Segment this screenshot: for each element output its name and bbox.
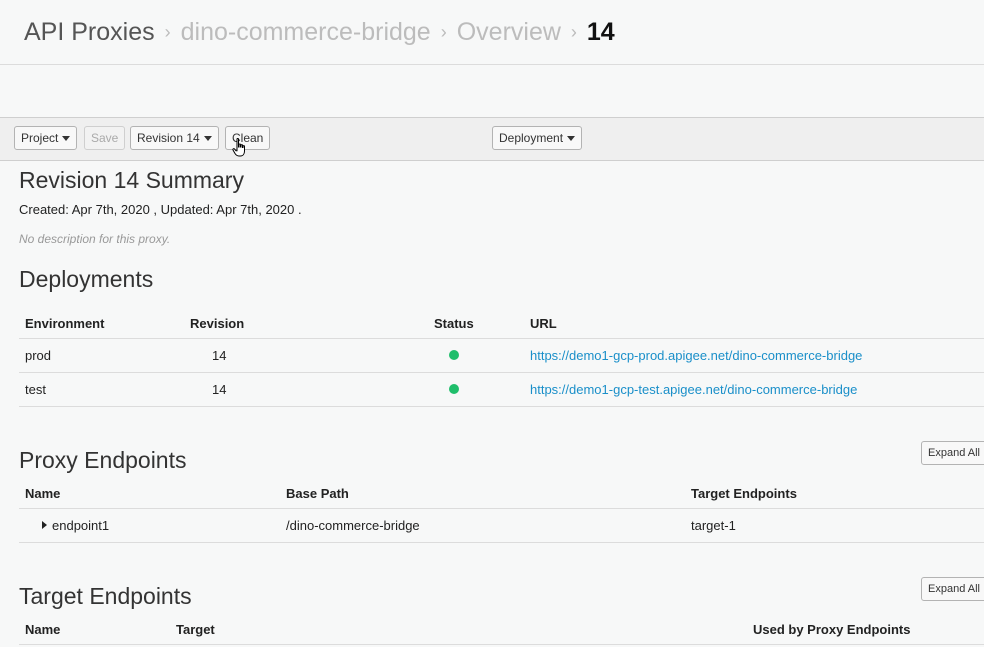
breadcrumb-separator-icon: › — [440, 22, 447, 42]
column-header-revision: Revision — [190, 316, 245, 331]
column-header-base-path: Base Path — [286, 486, 349, 501]
save-button[interactable]: Save — [84, 126, 126, 150]
table-divider — [19, 508, 984, 509]
proxy-endpoint-name[interactable]: endpoint1 — [52, 518, 109, 533]
save-label: Save — [91, 131, 119, 145]
proxy-description: No description for this proxy. — [19, 232, 171, 246]
column-header-name: Name — [25, 486, 61, 501]
project-dropdown-button[interactable]: Project — [14, 126, 78, 150]
deployment-label: Deployment — [499, 131, 564, 145]
revision-summary-title: Revision 14 Summary — [19, 167, 244, 193]
breadcrumb-revision: 14 — [586, 18, 615, 46]
column-header-target-endpoints: Target Endpoints — [691, 486, 797, 501]
proxy-toolbar: Project Save Revision 14 Clean Deploymen… — [0, 117, 984, 161]
deployment-revision: 14 — [212, 382, 227, 397]
target-endpoints-title: Target Endpoints — [19, 583, 192, 609]
breadcrumb-separator-icon: › — [570, 22, 577, 42]
table-divider — [19, 372, 984, 373]
caret-down-icon — [567, 136, 576, 142]
proxy-endpoints-title: Proxy Endpoints — [19, 447, 187, 473]
deployment-environment: test — [25, 382, 46, 397]
status-dot-icon — [449, 350, 459, 360]
hand-pointer-icon — [232, 138, 245, 157]
deployment-dropdown-button[interactable]: Deployment — [492, 126, 583, 150]
caret-down-icon — [62, 136, 71, 142]
revision-dates: Created: Apr 7th, 2020 , Updated: Apr 7t… — [19, 202, 302, 217]
breadcrumb-separator-icon: › — [164, 22, 171, 42]
expand-all-target-endpoints-button[interactable]: Expand All — [921, 577, 984, 601]
proxy-endpoint-target: target-1 — [691, 518, 736, 533]
deployment-revision: 14 — [212, 348, 227, 363]
deployment-url-link[interactable]: https://demo1-gcp-prod.apigee.net/dino-c… — [530, 348, 862, 363]
column-header-used-by: Used by Proxy Endpoints — [753, 622, 911, 637]
deployments-title: Deployments — [19, 266, 154, 292]
column-header-environment: Environment — [25, 316, 105, 331]
project-label: Project — [21, 131, 59, 145]
breadcrumb-api-proxies[interactable]: API Proxies — [24, 18, 155, 46]
breadcrumb-proxy-name[interactable]: dino-commerce-bridge — [181, 18, 431, 46]
breadcrumb-overview[interactable]: Overview — [457, 18, 561, 46]
revision-label: Revision 14 — [137, 131, 200, 145]
deployment-environment: prod — [25, 348, 52, 363]
expand-all-proxy-endpoints-button[interactable]: Expand All — [921, 441, 984, 465]
proxy-endpoint-base-path: /dino-commerce-bridge — [286, 518, 420, 533]
column-header-url: URL — [530, 316, 557, 331]
column-header-target: Target — [176, 622, 215, 637]
page-header: API Proxies › dino-commerce-bridge › Overvie… — [0, 0, 984, 65]
caret-down-icon — [203, 136, 212, 142]
table-divider — [19, 542, 984, 543]
triangle-right-icon[interactable] — [42, 521, 47, 529]
deployment-url-link[interactable]: https://demo1-gcp-test.apigee.net/dino-c… — [530, 382, 857, 397]
table-divider — [19, 644, 984, 645]
status-dot-icon — [449, 384, 459, 394]
breadcrumb: API Proxies › dino-commerce-bridge › Overvie… — [24, 16, 615, 50]
revision-dropdown-button[interactable]: Revision 14 — [130, 126, 219, 150]
table-divider — [19, 406, 984, 407]
column-header-status: Status — [434, 316, 474, 331]
column-header-name: Name — [25, 622, 61, 637]
table-divider — [19, 338, 984, 339]
